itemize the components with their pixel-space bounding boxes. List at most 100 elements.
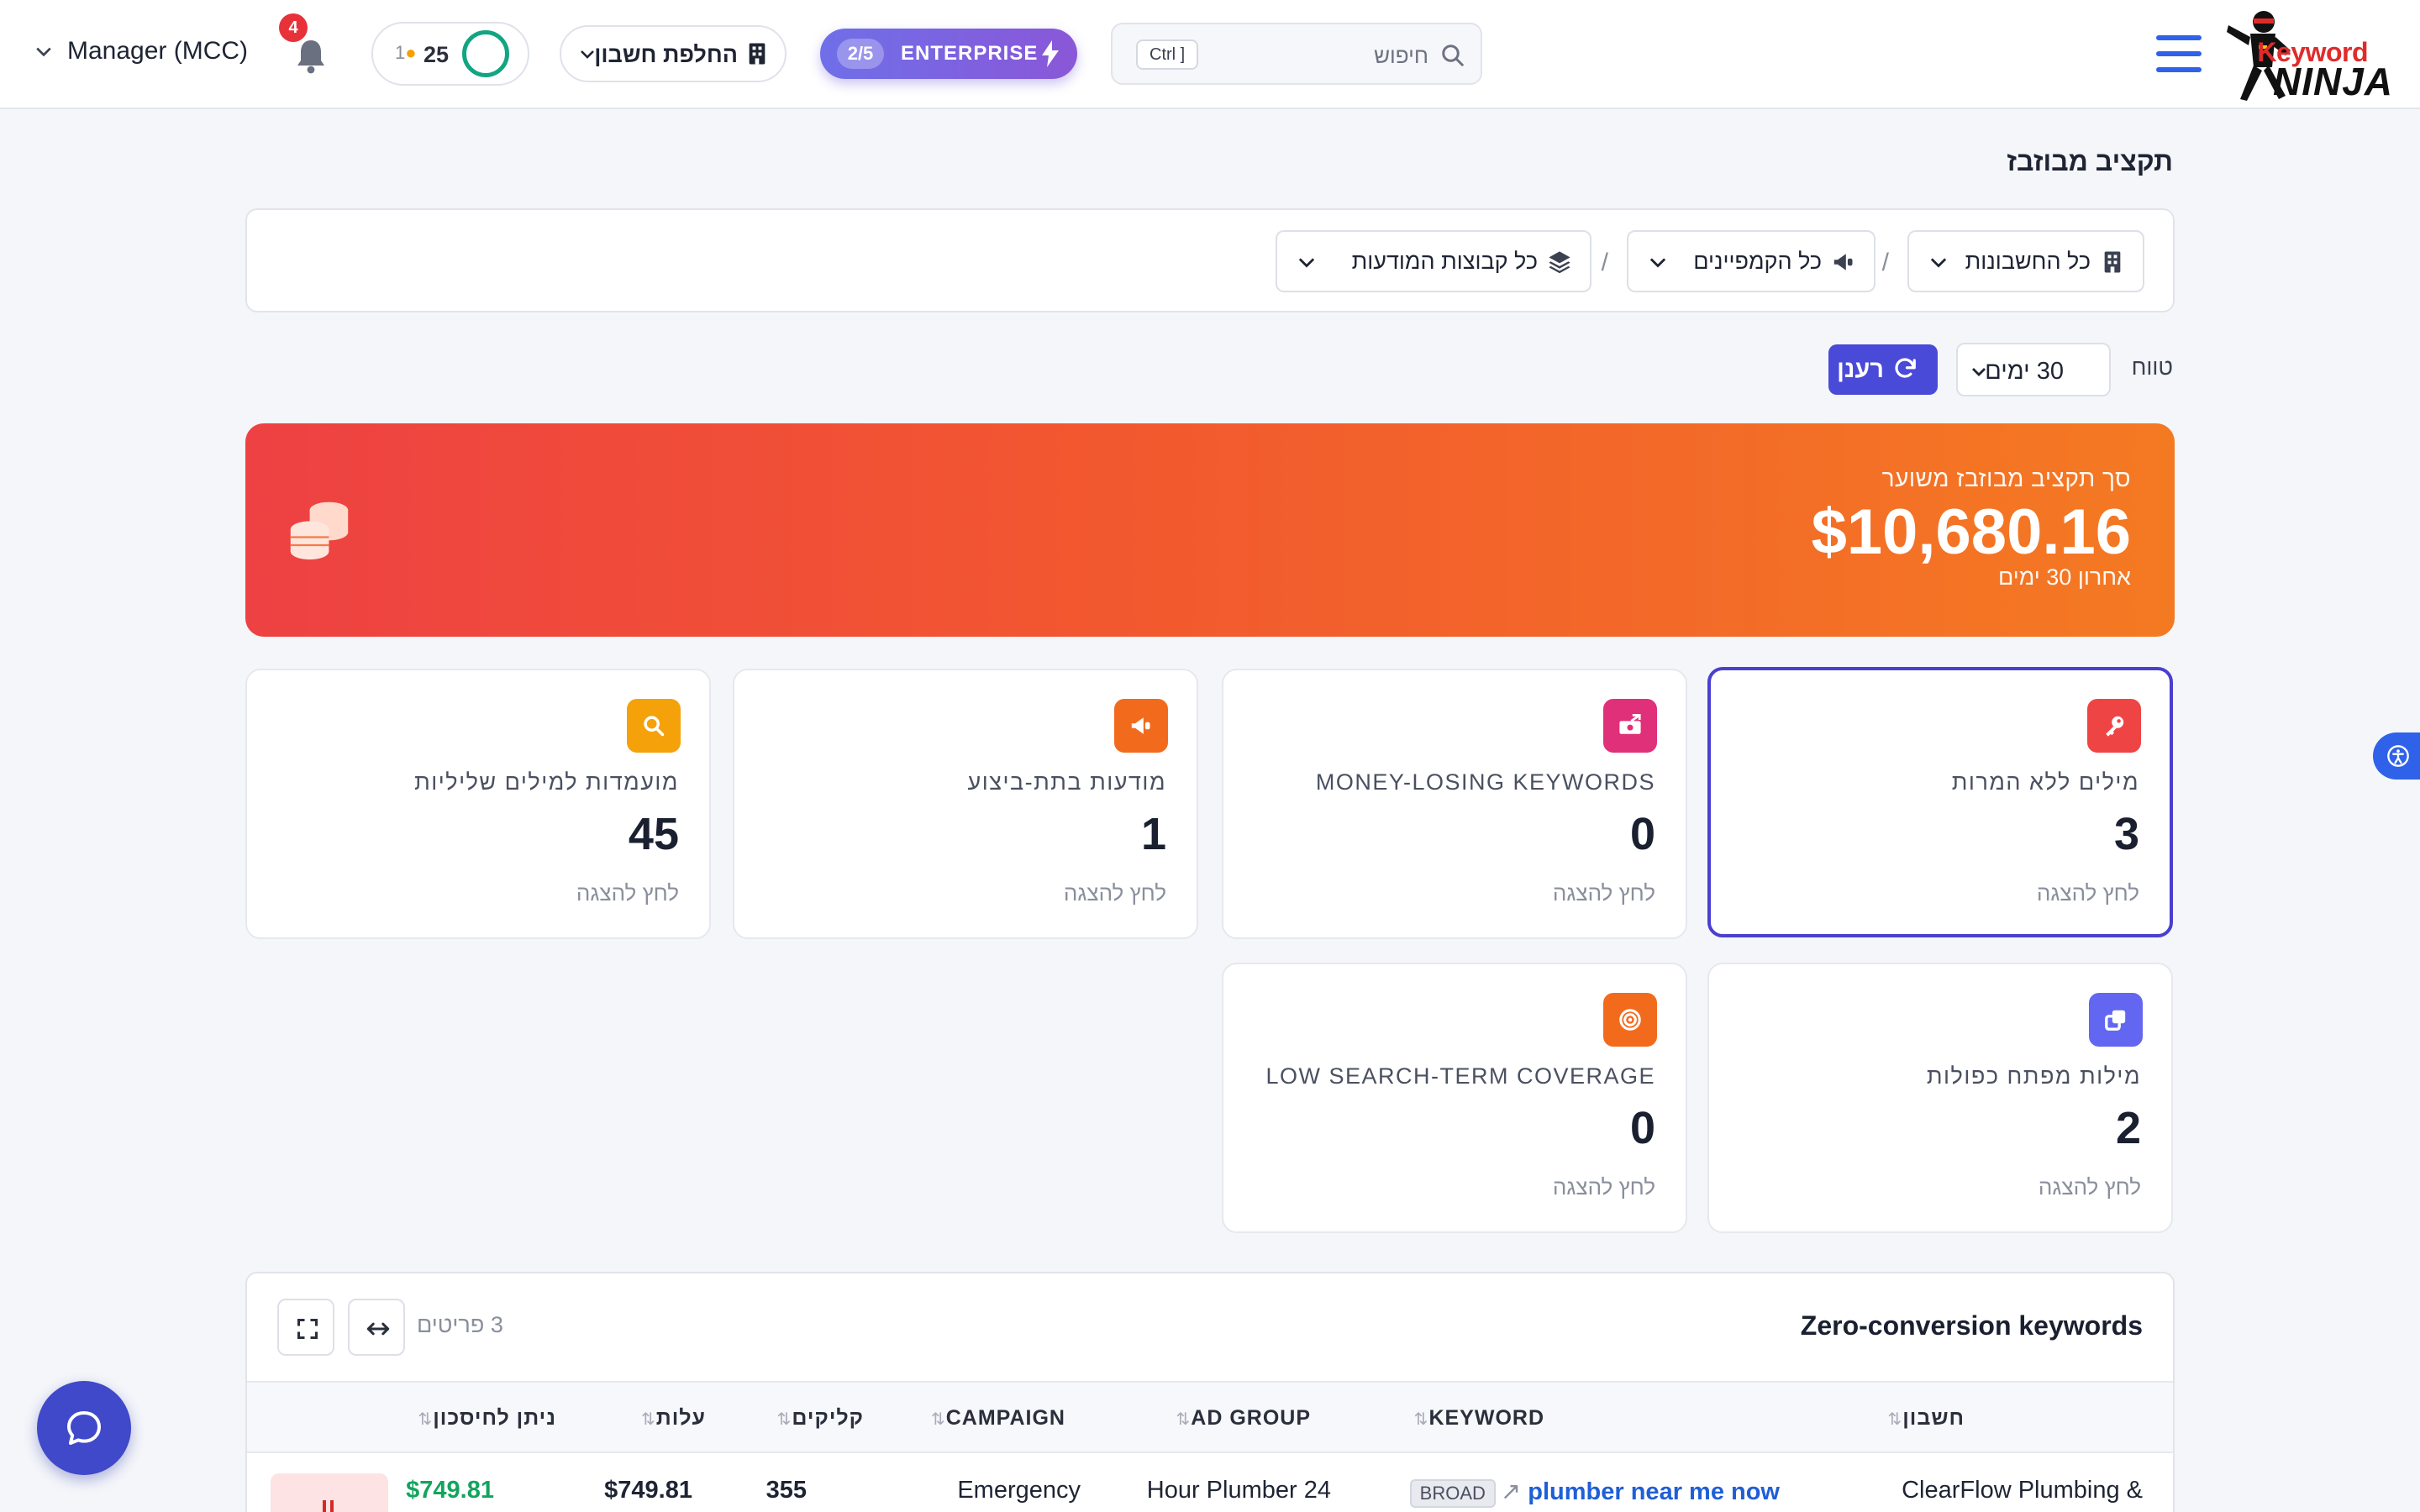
key-icon xyxy=(2106,716,2124,737)
wasted-budget-caption: סך תקציב מבוזבז משוער xyxy=(1881,465,2131,491)
card-hint: לחץ להצגה xyxy=(2036,880,2139,906)
card-badge xyxy=(2087,699,2141,753)
column-header-keyword[interactable]: ⇅KEYWORD xyxy=(1414,1406,1544,1431)
keyword-link[interactable]: plumber near me now xyxy=(1528,1478,1780,1505)
column-header-savings[interactable]: ניתן לחיסכון⇅ xyxy=(418,1406,557,1431)
chat-button[interactable] xyxy=(37,1381,131,1475)
accessibility-icon xyxy=(2387,745,2409,767)
accounts-filter[interactable]: כל החשבונות xyxy=(1907,230,2144,292)
refresh-icon xyxy=(1895,358,1916,378)
logo-ninja-text: NINJA xyxy=(2272,60,2393,103)
refresh-label: רענן xyxy=(1837,356,1884,383)
zero-conversion-table: Zero-conversion keywords 3 פריטים חשבון⇅… xyxy=(245,1272,2175,1512)
card-hint: לחץ להצגה xyxy=(576,880,679,906)
cell-keyword[interactable]: BROAD ↗ plumber near me now xyxy=(1403,1477,1780,1508)
card-title: LOW SEARCH-TERM COVERAGE xyxy=(1265,1063,1655,1089)
search-shortcut-hint: Ctrl ] xyxy=(1136,39,1199,70)
plan-badge[interactable]: 2/5 ENTERPRISE xyxy=(820,29,1077,79)
chevron-down-icon xyxy=(1649,258,1666,268)
breadcrumb-separator: / xyxy=(1601,249,1608,276)
flame-icon: ● xyxy=(405,42,417,63)
megaphone-icon xyxy=(1833,254,1853,270)
card-hint: לחץ להצגה xyxy=(2038,1174,2141,1200)
column-header-cost[interactable]: עלות⇅ xyxy=(641,1406,706,1431)
building-icon xyxy=(749,43,765,65)
range-select[interactable]: 30 ימים xyxy=(1956,343,2111,396)
plan-usage: 2/5 xyxy=(837,39,884,69)
campaigns-filter[interactable]: כל הקמפיינים xyxy=(1627,230,1876,292)
card-zero-conversion-keywords[interactable]: מילים ללא המרות 3 לחץ להצגה xyxy=(1707,667,2173,937)
account-menu[interactable]: Manager (MCC) xyxy=(35,37,248,66)
card-value: 2 xyxy=(2115,1103,2141,1153)
column-header-ad-group[interactable]: ⇅AD GROUP xyxy=(1176,1406,1312,1431)
bell-icon[interactable] xyxy=(294,37,328,74)
ad-groups-filter[interactable]: כל קבוצות המודעות xyxy=(1276,230,1591,292)
switch-account-button[interactable]: החלפת חשבון xyxy=(560,25,786,82)
card-title: מועמדות למילים שליליות xyxy=(414,769,679,795)
expand-width-button[interactable] xyxy=(348,1299,405,1356)
search-input[interactable]: חיפוש Ctrl ] xyxy=(1111,23,1482,85)
menu-toggle-button[interactable] xyxy=(2156,32,2202,76)
column-header-clicks[interactable]: קליקים⇅ xyxy=(777,1406,864,1431)
card-title: MONEY-LOSING KEYWORDS xyxy=(1315,769,1655,795)
table-header: חשבון⇅ ⇅KEYWORD ⇅AD GROUP ⇅CAMPAIGN קליק… xyxy=(247,1381,2173,1453)
progress-ring xyxy=(462,30,509,77)
fullscreen-button[interactable] xyxy=(277,1299,334,1356)
card-value: 45 xyxy=(628,809,679,859)
card-title: מודעות בתת-ביצוע xyxy=(967,769,1166,795)
card-value: 0 xyxy=(1629,809,1655,859)
search-icon xyxy=(644,716,665,737)
card-underperforming-ads[interactable]: מודעות בתת-ביצוע 1 לחץ להצגה xyxy=(733,669,1198,939)
pause-icon xyxy=(323,1500,326,1512)
card-badge xyxy=(627,699,681,753)
bolt-icon xyxy=(1042,40,1059,67)
card-title: מילות מפתח כפולות xyxy=(1926,1063,2141,1089)
chat-bubble-icon xyxy=(67,1411,101,1445)
chevron-down-icon xyxy=(1972,368,1986,376)
arrows-horizontal-icon xyxy=(366,1322,390,1336)
money-icon xyxy=(1619,714,1641,734)
card-low-search-term-coverage[interactable]: LOW SEARCH-TERM COVERAGE 0 לחץ להצגה xyxy=(1222,963,1687,1233)
card-duplicate-keywords[interactable]: מילות מפתח כפולות 2 לחץ להצגה xyxy=(1707,963,2173,1233)
card-hint: לחץ להצגה xyxy=(1552,1174,1655,1200)
campaigns-filter-label: כל הקמפיינים xyxy=(1693,249,1822,274)
card-value: 0 xyxy=(1629,1103,1655,1153)
plan-label: ENTERPRISE xyxy=(901,42,1039,65)
cell-cost: $749.81 xyxy=(604,1477,692,1504)
card-value: 1 xyxy=(1140,809,1166,859)
wasted-budget-amount: $10,680.16 xyxy=(1811,496,2131,568)
accessibility-button[interactable] xyxy=(2373,732,2420,780)
breadcrumb-separator: / xyxy=(1881,249,1889,276)
range-value: 30 ימים xyxy=(1985,358,2064,385)
card-badge xyxy=(1603,699,1657,753)
wasted-budget-period: אחרון 30 ימים xyxy=(1997,564,2131,590)
column-header-campaign[interactable]: ⇅CAMPAIGN xyxy=(931,1406,1065,1431)
card-money-losing-keywords[interactable]: MONEY-LOSING KEYWORDS 0 לחץ להצגה xyxy=(1222,669,1687,939)
cell-account: ClearFlow Plumbing & xyxy=(1902,1477,2143,1504)
pause-keyword-button[interactable] xyxy=(271,1473,388,1512)
chevron-down-icon xyxy=(1930,258,1947,268)
points-score: 25 xyxy=(424,42,450,67)
notification-badge: 4 xyxy=(279,13,308,42)
card-hint: לחץ להצגה xyxy=(1063,880,1166,906)
switch-account-label: החלפת חשבון xyxy=(594,42,738,67)
range-label: טווח xyxy=(2131,354,2173,380)
accounts-filter-label: כל החשבונות xyxy=(1965,249,2091,274)
cell-clicks: 355 xyxy=(765,1477,807,1504)
points-widget[interactable]: 1● 25 xyxy=(371,22,529,86)
table-item-count: 3 פריטים xyxy=(417,1312,503,1337)
chevron-down-icon xyxy=(581,50,594,59)
coins-icon xyxy=(290,501,349,560)
wasted-budget-summary: סך תקציב מבוזבז משוער $10,680.16 אחרון 3… xyxy=(245,423,2175,637)
search-placeholder: חיפוש xyxy=(1374,43,1428,68)
page-title: תקציב מבוזבז xyxy=(2007,146,2173,176)
layers-icon xyxy=(1549,251,1570,274)
card-negative-keyword-candidates[interactable]: מועמדות למילים שליליות 45 לחץ להצגה xyxy=(245,669,711,939)
card-badge xyxy=(1114,699,1168,753)
top-bar: Keyword NINJA חיפוש Ctrl ] 2/5 ENTERPRIS… xyxy=(0,0,2420,109)
card-hint: לחץ להצגה xyxy=(1552,880,1655,906)
refresh-button[interactable]: רענן xyxy=(1828,344,1938,395)
keyword-ninja-logo[interactable]: Keyword NINJA xyxy=(2208,7,2393,104)
card-title: מילים ללא המרות xyxy=(1951,769,2139,795)
column-header-account[interactable]: חשבון⇅ xyxy=(1888,1406,1965,1431)
